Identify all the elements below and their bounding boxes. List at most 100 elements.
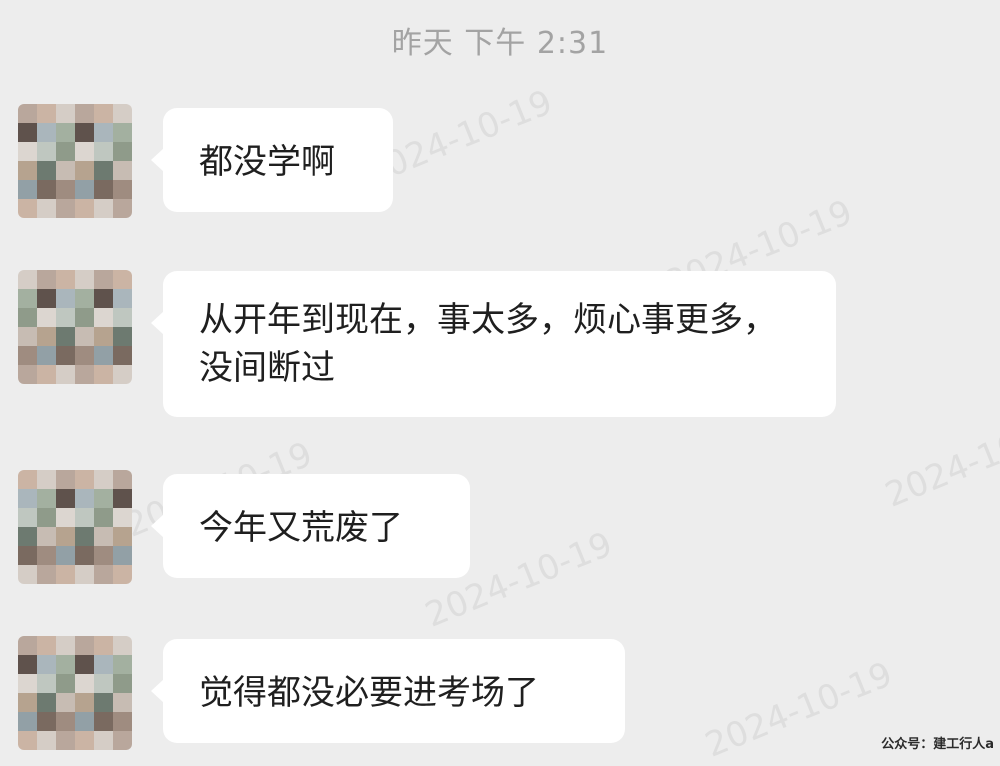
avatar-pixel	[75, 270, 94, 289]
avatar-pixel	[94, 508, 113, 527]
avatar-pixel	[94, 289, 113, 308]
avatar-pixel	[75, 565, 94, 584]
avatar-pixel	[113, 712, 132, 731]
avatar-pixel	[113, 123, 132, 142]
avatar-pixel	[94, 636, 113, 655]
avatar-pixel	[37, 365, 56, 384]
avatar-pixel	[18, 365, 37, 384]
avatar-pixel	[18, 674, 37, 693]
avatar-pixel	[56, 199, 75, 218]
avatar-pixel	[75, 346, 94, 365]
avatar-pixel	[113, 731, 132, 750]
avatar-pixel	[56, 289, 75, 308]
avatar-pixel	[94, 123, 113, 142]
avatar-pixel	[18, 508, 37, 527]
avatar-pixel	[56, 308, 75, 327]
avatar-pixel	[113, 289, 132, 308]
avatar-pixel	[75, 508, 94, 527]
avatar-pixel	[37, 655, 56, 674]
avatar-pixel	[18, 565, 37, 584]
avatar-pixel	[94, 180, 113, 199]
avatar-pixel	[75, 546, 94, 565]
avatar-pixel	[113, 508, 132, 527]
watermark-text: 2024-10-19	[699, 654, 898, 766]
avatar-pixel	[94, 308, 113, 327]
avatar-pixel	[113, 346, 132, 365]
avatar-pixel	[75, 636, 94, 655]
avatar-pixel	[94, 346, 113, 365]
avatar-pixel	[75, 693, 94, 712]
avatar-pixel	[18, 546, 37, 565]
avatar-pixel	[94, 270, 113, 289]
avatar-pixel	[113, 489, 132, 508]
credit-text: 公众号：建工行人a	[881, 737, 994, 752]
avatar-pixel	[37, 674, 56, 693]
avatar-pixel	[113, 142, 132, 161]
message-text: 觉得都没必要进考场了	[199, 673, 539, 713]
message-text: 从开年到现在，事太多，烦心事更多，没间断过	[199, 300, 777, 388]
message-bubble[interactable]: 从开年到现在，事太多，烦心事更多，没间断过	[151, 271, 836, 417]
avatar-pixel	[18, 489, 37, 508]
avatar-pixel	[113, 327, 132, 346]
avatar-pixel	[37, 199, 56, 218]
avatar-pixel	[56, 346, 75, 365]
avatar-pixel	[37, 123, 56, 142]
avatar-pixel	[94, 731, 113, 750]
avatar-pixel	[56, 142, 75, 161]
avatar-pixel	[75, 731, 94, 750]
avatar-pixel	[18, 180, 37, 199]
avatar-pixel	[113, 199, 132, 218]
avatar-pixel	[56, 636, 75, 655]
avatar-pixel	[56, 327, 75, 346]
avatar-pixel	[94, 327, 113, 346]
avatar[interactable]	[18, 270, 132, 384]
avatar-pixel	[37, 731, 56, 750]
avatar-pixel	[94, 161, 113, 180]
avatar-pixel	[75, 470, 94, 489]
avatar-pixel	[18, 655, 37, 674]
avatar-pixel	[18, 346, 37, 365]
avatar-pixel	[37, 346, 56, 365]
avatar-pixel	[75, 289, 94, 308]
avatar-pixel	[56, 731, 75, 750]
avatar-pixel	[94, 142, 113, 161]
avatar[interactable]	[18, 104, 132, 218]
avatar-pixel	[37, 180, 56, 199]
avatar-pixel	[37, 712, 56, 731]
avatar-pixel	[113, 674, 132, 693]
avatar-pixel	[37, 161, 56, 180]
avatar-pixel	[18, 289, 37, 308]
avatar-pixel	[113, 527, 132, 546]
avatar-pixel	[75, 674, 94, 693]
avatar-pixel	[56, 655, 75, 674]
avatar-pixel	[56, 123, 75, 142]
message-bubble[interactable]: 都没学啊	[151, 108, 393, 212]
avatar-pixel	[113, 636, 132, 655]
avatar-pixel	[94, 655, 113, 674]
avatar-pixel	[18, 142, 37, 161]
avatar-pixel	[56, 674, 75, 693]
avatar[interactable]	[18, 470, 132, 584]
avatar-pixel	[56, 693, 75, 712]
avatar-pixel	[75, 712, 94, 731]
avatar-pixel	[37, 142, 56, 161]
message-bubble[interactable]: 觉得都没必要进考场了	[151, 639, 625, 743]
avatar-pixel	[37, 289, 56, 308]
avatar[interactable]	[18, 636, 132, 750]
avatar-pixel	[18, 308, 37, 327]
avatar-pixel	[37, 565, 56, 584]
avatar-pixel	[56, 527, 75, 546]
message-text: 都没学啊	[199, 142, 335, 182]
avatar-pixel	[56, 365, 75, 384]
avatar-pixel	[18, 161, 37, 180]
avatar-pixel	[56, 104, 75, 123]
avatar-pixel	[18, 636, 37, 655]
avatar-pixel	[56, 565, 75, 584]
avatar-pixel	[37, 470, 56, 489]
avatar-pixel	[94, 365, 113, 384]
avatar-pixel	[37, 527, 56, 546]
avatar-pixel	[18, 199, 37, 218]
avatar-pixel	[56, 180, 75, 199]
avatar-pixel	[18, 731, 37, 750]
message-bubble[interactable]: 今年又荒废了	[151, 474, 470, 578]
